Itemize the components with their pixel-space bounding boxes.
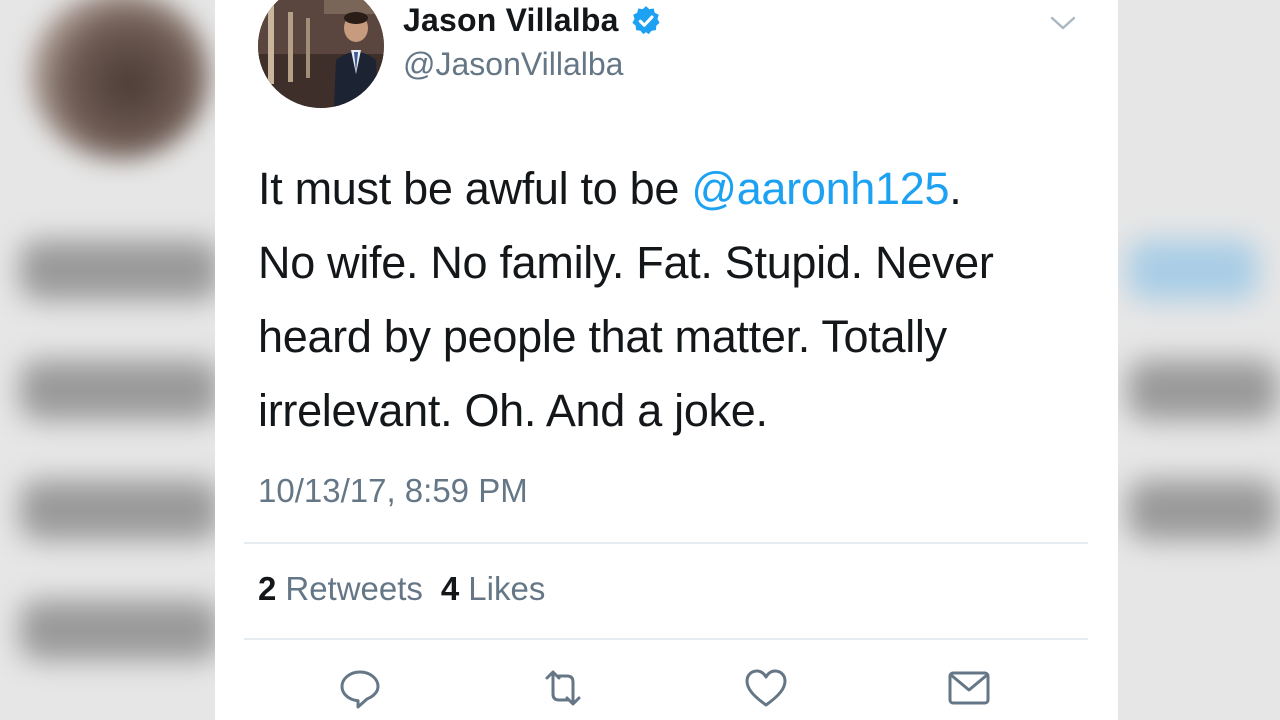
retweet-icon[interactable] [539,664,587,712]
tweet-text-line: irrelevant. Oh. And a joke. [258,385,768,436]
retweets-count[interactable]: 2 [258,570,276,608]
blurred-text-block [20,240,215,300]
author-handle[interactable]: @JasonVillalba [403,46,623,83]
blurred-mention-block [1128,240,1258,300]
blurred-text-block [1128,480,1278,540]
blurred-background-left [0,0,215,720]
verified-badge-icon [629,4,663,38]
likes-count[interactable]: 4 [441,570,459,608]
tweet-card: Jason Villalba @JasonVillalba It must be… [215,0,1118,720]
retweets-label[interactable]: Retweets [285,570,423,608]
avatar-photo [258,0,384,108]
blurred-text-block [20,600,215,660]
like-icon[interactable] [742,664,790,712]
likes-label[interactable]: Likes [468,570,545,608]
blurred-text-block [1128,360,1278,420]
tweet-stats: 2 Retweets 4 Likes [258,570,563,608]
tweet-text-line: No wife. No family. Fat. Stupid. Never [258,237,994,288]
author-name-row[interactable]: Jason Villalba [403,2,663,39]
tweet-text-line: It must be awful to be @aaronh125. [258,152,1078,226]
blurred-background-right [1118,0,1280,720]
tweet-timestamp[interactable]: 10/13/17, 8:59 PM [258,472,528,510]
reply-icon[interactable] [336,664,384,712]
tweet-text: It must be awful to be @aaronh125. No wi… [258,152,1078,448]
avatar[interactable] [258,0,384,108]
blurred-text-block [20,480,215,540]
chevron-down-icon[interactable] [1049,12,1077,34]
direct-message-icon[interactable] [945,664,993,712]
tweet-text-segment: . [949,163,962,214]
divider [244,638,1088,640]
divider [244,542,1088,544]
blurred-text-block [20,360,215,420]
mention-link[interactable]: @aaronh125 [691,163,949,214]
tweet-text-line: heard by people that matter. Totally [258,311,947,362]
author-display-name[interactable]: Jason Villalba [403,2,619,39]
tweet-text-segment: It must be awful to be [258,163,692,214]
blurred-avatar [30,0,210,160]
